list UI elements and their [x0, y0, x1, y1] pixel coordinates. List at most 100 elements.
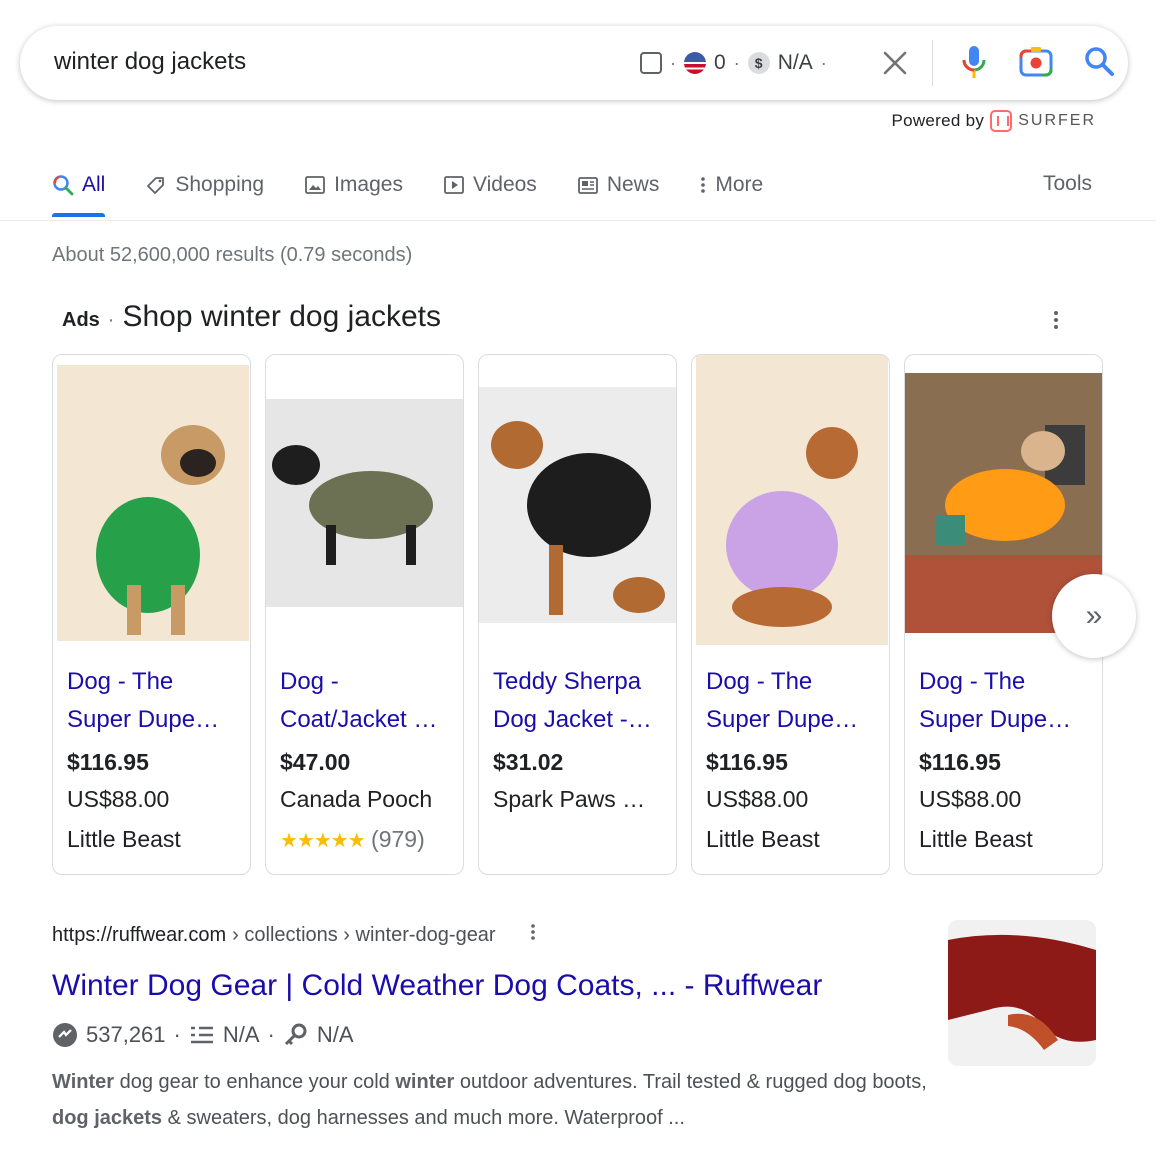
separator-dot: · [820, 52, 827, 73]
product-alt-price: US$88.00 [919, 786, 1022, 812]
seo-widgets: · 0 · $ N/A · [640, 48, 827, 78]
product-merchant: Spark Paws … [493, 786, 646, 812]
tab-label: Images [334, 173, 403, 196]
ads-menu-icon[interactable] [1052, 308, 1060, 337]
divider [932, 40, 933, 86]
ads-header: Ads · Shop winter dog jackets [62, 300, 441, 334]
separator-dot: · [107, 309, 115, 331]
double-chevron-right-icon: » [1085, 599, 1103, 632]
ads-title: Shop winter dog jackets [122, 300, 441, 333]
tabs-divider [0, 220, 1156, 221]
product-card[interactable]: Teddy Sherpa Dog Jacket -… $31.02 Spark … [478, 354, 677, 875]
product-title[interactable]: Teddy Sherpa Dog Jacket -… [493, 663, 662, 739]
search-icon[interactable] [1082, 44, 1116, 85]
carousel-next-button[interactable]: » [1052, 574, 1136, 658]
product-price: $47.00 [280, 749, 351, 775]
search-bar[interactable]: winter dog jackets · 0 · $ N/A · [20, 26, 1128, 100]
product-price: $31.02 [493, 749, 564, 775]
search-icon [53, 175, 74, 196]
tab-label: Shopping [175, 173, 265, 196]
tools-button[interactable]: Tools [1043, 172, 1092, 196]
result-url[interactable]: https://ruffwear.com › collections › win… [52, 922, 932, 948]
key-icon [283, 1022, 309, 1048]
checkbox[interactable] [640, 52, 662, 74]
rating-count: (979) [371, 826, 425, 852]
product-merchant: Little Beast [67, 826, 181, 852]
product-title[interactable]: Dog - The Super Dupe… [919, 663, 1088, 739]
rating-stars-icon: ★★★★★ [280, 830, 366, 852]
product-image[interactable] [53, 355, 250, 645]
tab-label: More [715, 173, 764, 196]
result-menu-icon[interactable] [530, 922, 536, 948]
result-metrics: 537,261 · N/A · N/A [52, 1022, 932, 1048]
product-card[interactable]: Dog - The Super Dupe… $116.95 US$88.00 L… [691, 354, 890, 875]
us-flag-icon [684, 52, 706, 74]
news-icon [577, 177, 598, 194]
product-title[interactable]: Dog - The Super Dupe… [67, 663, 236, 739]
surfer-brand: SURFER [1018, 112, 1096, 129]
product-carousel: Dog - The Super Dupe… $116.95 US$88.00 L… [52, 354, 1103, 875]
result-stats: About 52,600,000 results (0.79 seconds) [52, 244, 413, 266]
image-icon [305, 176, 325, 194]
tab-more[interactable]: More [699, 168, 763, 202]
clear-icon[interactable] [880, 46, 910, 80]
widget-value: N/A [777, 51, 813, 74]
search-result: https://ruffwear.com › collections › win… [52, 922, 932, 1136]
product-price: $116.95 [919, 749, 1001, 775]
tag-icon [147, 177, 165, 194]
product-card[interactable]: Dog - Coat/Jacket … $47.00 Canada Pooch … [265, 354, 464, 875]
product-merchant: Little Beast [919, 826, 1033, 852]
metric-value: N/A [316, 1022, 354, 1047]
product-rating: ★★★★★ (979) [280, 819, 449, 861]
tab-shopping[interactable]: Shopping [145, 168, 264, 202]
tab-all[interactable]: All [52, 168, 106, 217]
product-image[interactable] [479, 355, 676, 645]
separator-dot: · [670, 52, 676, 73]
traffic-icon [52, 1022, 78, 1048]
tab-images[interactable]: Images [304, 168, 403, 202]
product-title[interactable]: Dog - The Super Dupe… [706, 663, 875, 739]
more-vert-icon [701, 177, 706, 193]
product-card[interactable]: Dog - The Super Dupe… $116.95 US$88.00 L… [52, 354, 251, 875]
result-snippet: Winter dog gear to enhance your cold win… [52, 1064, 932, 1136]
product-price: $116.95 [67, 749, 149, 775]
tab-label: News [606, 173, 660, 196]
widget-count: 0 [714, 51, 726, 74]
powered-by-label: Powered by [891, 111, 985, 130]
product-alt-price: US$88.00 [67, 786, 170, 812]
product-image[interactable] [266, 355, 463, 645]
snippet-text: dog gear to enhance your cold [114, 1071, 396, 1093]
product-image[interactable] [692, 355, 889, 645]
tab-news[interactable]: News [577, 168, 660, 202]
metric-value: N/A [222, 1022, 260, 1047]
separator-dot: · [173, 1022, 181, 1047]
tab-videos[interactable]: Videos [443, 168, 537, 202]
separator-dot: · [267, 1022, 275, 1047]
result-thumbnail[interactable] [948, 920, 1096, 1066]
tab-label: Videos [472, 173, 537, 196]
result-domain: https://ruffwear.com [52, 923, 227, 946]
product-merchant: Canada Pooch [280, 786, 433, 812]
camera-lens-icon[interactable] [1018, 44, 1054, 85]
search-input[interactable]: winter dog jackets [54, 48, 246, 76]
product-alt-price: US$88.00 [706, 786, 809, 812]
play-icon [444, 176, 464, 194]
snippet-text: & sweaters, dog harnesses and much more.… [162, 1107, 685, 1129]
result-breadcrumbs: › collections › winter-dog-gear [232, 923, 496, 946]
dollar-icon: $ [747, 52, 770, 74]
product-merchant: Little Beast [706, 826, 820, 852]
snippet-text: outdoor adventures. Trail tested & rugge… [454, 1071, 927, 1093]
separator-dot: · [733, 52, 740, 73]
product-title[interactable]: Dog - Coat/Jacket … [280, 663, 449, 739]
microphone-icon[interactable] [960, 44, 988, 87]
ads-label: Ads [62, 309, 100, 331]
product-price: $116.95 [706, 749, 788, 775]
powered-by: Powered by SURFER [891, 110, 1096, 132]
list-icon [189, 1024, 215, 1046]
tab-label: All [82, 173, 106, 196]
snippet-highlight: Winter [52, 1071, 115, 1093]
snippet-highlight: winter [395, 1071, 455, 1093]
surfer-logo-icon [990, 110, 1013, 132]
result-title-link[interactable]: Winter Dog Gear | Cold Weather Dog Coats… [52, 966, 932, 1006]
traffic-value: 537,261 [86, 1022, 166, 1047]
